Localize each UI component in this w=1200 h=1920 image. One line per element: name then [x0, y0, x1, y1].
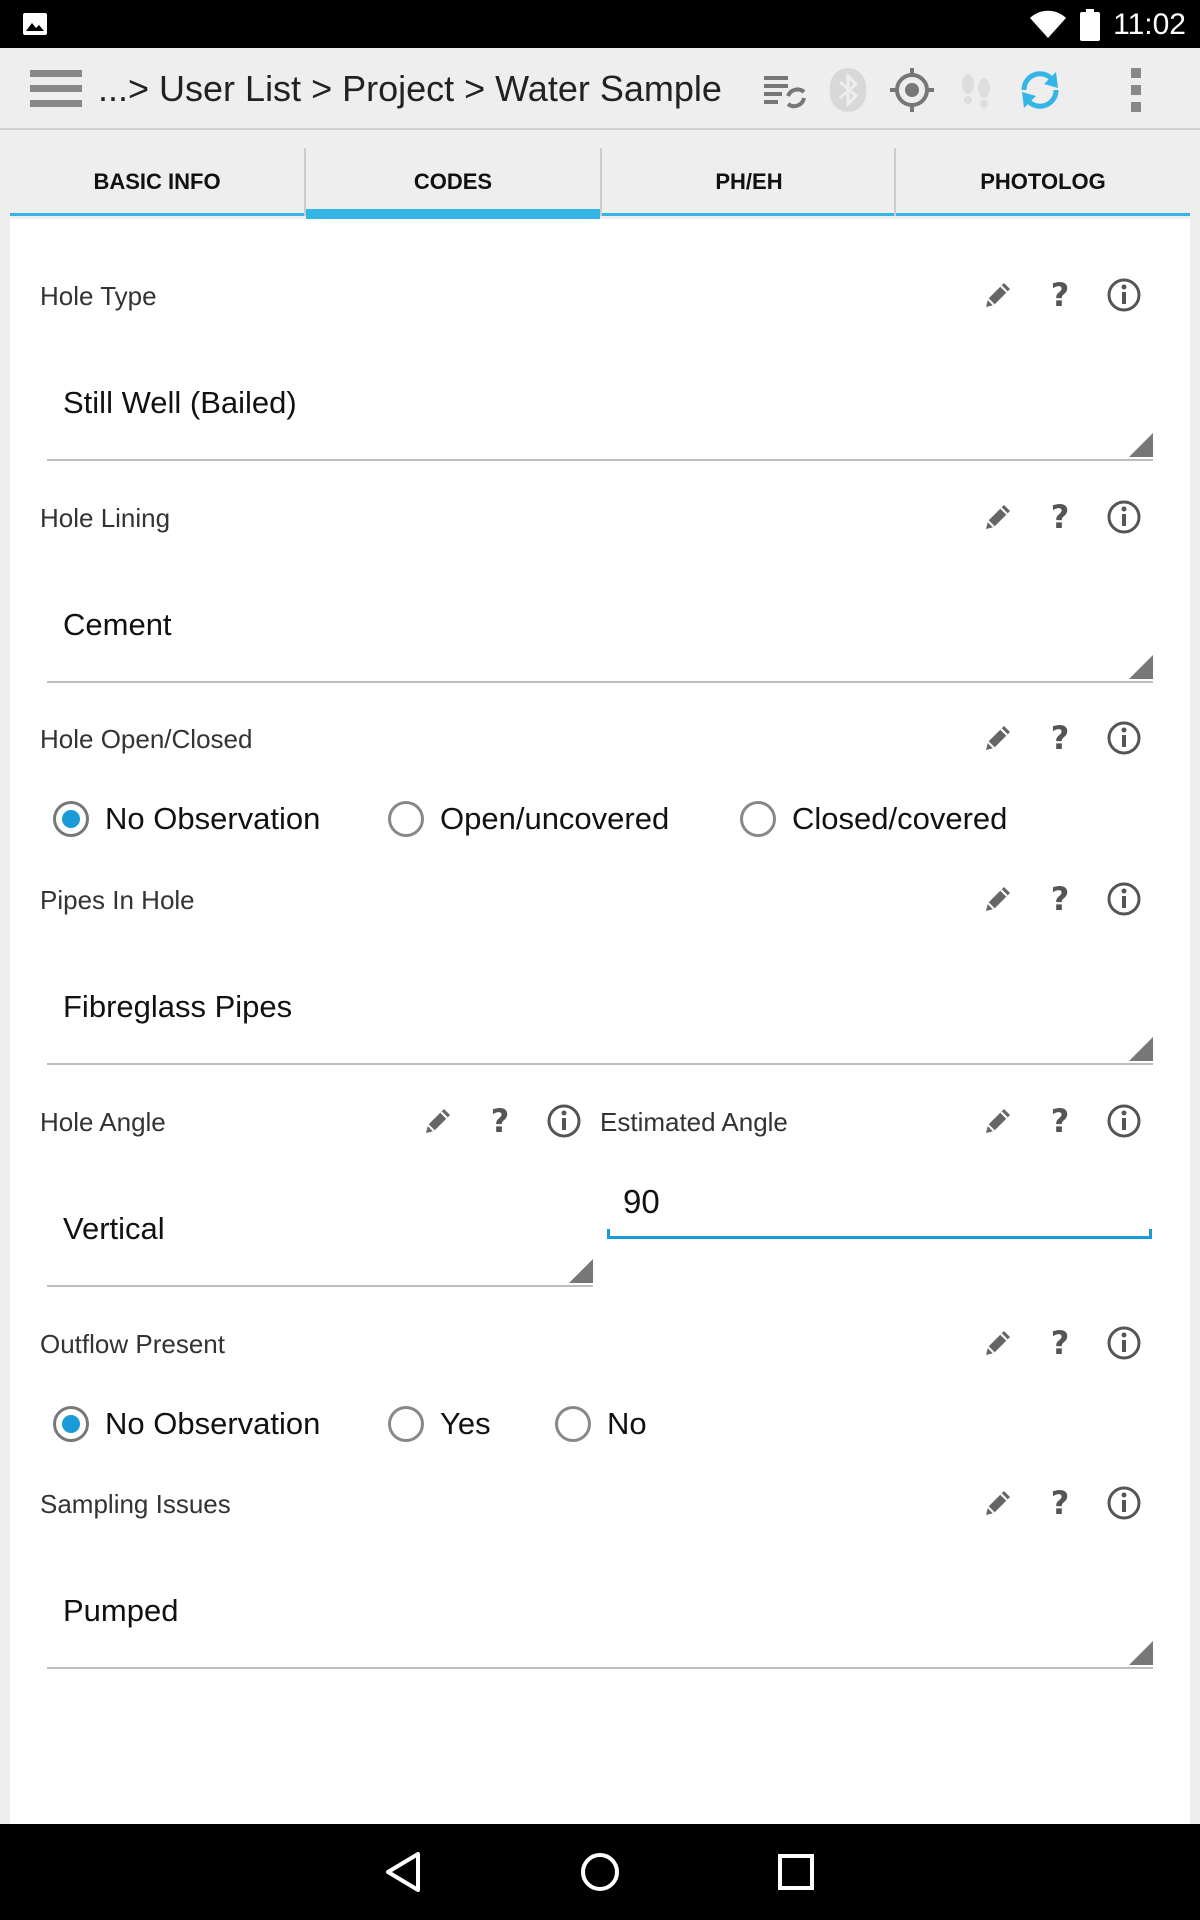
image-notification-icon	[23, 13, 47, 35]
help-icon[interactable]: ?	[1040, 1101, 1080, 1141]
hole-angle-spinner[interactable]: Vertical	[47, 1211, 593, 1287]
info-icon[interactable]	[1104, 497, 1144, 537]
wifi-icon	[1030, 10, 1066, 39]
radio-hole-no-observation[interactable]: No Observation	[53, 797, 320, 841]
overflow-menu-icon[interactable]	[1112, 66, 1160, 114]
codes-form: Hole Type Still Well (Bailed) Hole Linin…	[10, 219, 1190, 1824]
radio-unselected-icon	[555, 1406, 591, 1442]
gps-target-icon[interactable]	[888, 66, 936, 114]
help-icon[interactable]: ?	[1040, 497, 1080, 537]
hole-angle-value: Vertical	[63, 1211, 165, 1246]
status-time: 11:02	[1113, 8, 1186, 41]
radio-closed-covered[interactable]: Closed/covered	[740, 797, 1007, 841]
pipes-in-hole-value: Fibreglass Pipes	[63, 989, 293, 1024]
footsteps-icon[interactable]	[952, 66, 1000, 114]
help-icon[interactable]: ?	[1040, 1483, 1080, 1523]
back-icon[interactable]	[376, 1844, 432, 1900]
radio-label: No Observation	[105, 801, 321, 836]
info-icon[interactable]	[1104, 718, 1144, 758]
radio-unselected-icon	[740, 801, 776, 837]
radio-label: Yes	[440, 1406, 491, 1441]
radio-label: No	[607, 1406, 647, 1441]
radio-open-uncovered[interactable]: Open/uncovered	[388, 797, 669, 841]
edit-pencil-icon[interactable]	[978, 497, 1018, 537]
hole-type-label: Hole Type	[40, 281, 157, 311]
radio-unselected-icon	[388, 801, 424, 837]
spinner-arrow-icon	[1129, 1641, 1153, 1665]
help-icon[interactable]: ?	[480, 1101, 520, 1141]
tab-basic-info[interactable]: BASIC INFO	[10, 148, 304, 216]
help-icon[interactable]: ?	[1040, 718, 1080, 758]
sync-icon[interactable]	[1016, 66, 1064, 114]
tab-codes[interactable]: CODES	[306, 148, 600, 219]
radio-label: Open/uncovered	[440, 801, 670, 836]
sync-list-icon[interactable]	[760, 66, 808, 114]
spinner-arrow-icon	[569, 1259, 593, 1283]
battery-icon	[1080, 9, 1100, 41]
spinner-arrow-icon	[1129, 433, 1153, 457]
radio-outflow-yes[interactable]: Yes	[388, 1402, 491, 1446]
estimated-angle-input[interactable]: 90	[607, 1183, 1152, 1239]
edit-pencil-icon[interactable]	[978, 275, 1018, 315]
spinner-arrow-icon	[1129, 1037, 1153, 1061]
info-icon[interactable]	[1104, 1483, 1144, 1523]
edit-pencil-icon[interactable]	[978, 1101, 1018, 1141]
hamburger-menu-icon[interactable]	[30, 68, 82, 110]
navigation-bar	[0, 1824, 1200, 1920]
radio-selected-icon	[53, 801, 89, 837]
info-icon[interactable]	[1104, 1323, 1144, 1363]
help-icon[interactable]: ?	[1040, 275, 1080, 315]
info-icon[interactable]	[1104, 1101, 1144, 1141]
info-icon[interactable]	[1104, 275, 1144, 315]
tab-ph-eh[interactable]: PH/EH	[602, 148, 896, 216]
radio-label: Closed/covered	[792, 801, 1008, 836]
breadcrumb-title: ...> User List > Project > Water Sample	[98, 68, 722, 109]
hole-type-value: Still Well (Bailed)	[63, 385, 297, 420]
info-icon[interactable]	[1104, 879, 1144, 919]
sampling-issues-label: Sampling Issues	[40, 1489, 231, 1519]
spinner-arrow-icon	[1129, 655, 1153, 679]
bluetooth-icon[interactable]	[824, 66, 872, 114]
hole-lining-value: Cement	[63, 607, 172, 642]
sampling-issues-spinner[interactable]: Pumped	[47, 1593, 1153, 1669]
info-icon[interactable]	[544, 1101, 584, 1141]
radio-unselected-icon	[388, 1406, 424, 1442]
hole-lining-label: Hole Lining	[40, 503, 171, 533]
edit-pencil-icon[interactable]	[418, 1101, 458, 1141]
hole-type-spinner[interactable]: Still Well (Bailed)	[47, 385, 1153, 461]
action-bar: ...> User List > Project > Water Sample	[0, 48, 1200, 130]
edit-pencil-icon[interactable]	[978, 1483, 1018, 1523]
radio-outflow-no[interactable]: No	[555, 1402, 647, 1446]
radio-selected-icon	[53, 1406, 89, 1442]
hole-angle-label: Hole Angle	[40, 1107, 166, 1137]
radio-label: No Observation	[105, 1406, 321, 1441]
edit-pencil-icon[interactable]	[978, 879, 1018, 919]
home-icon[interactable]	[572, 1844, 628, 1900]
help-icon[interactable]: ?	[1040, 879, 1080, 919]
outflow-present-label: Outflow Present	[40, 1329, 225, 1359]
tab-photolog[interactable]: PHOTOLOG	[896, 148, 1190, 216]
edit-pencil-icon[interactable]	[978, 1323, 1018, 1363]
estimated-angle-label: Estimated Angle	[600, 1107, 788, 1137]
hole-lining-spinner[interactable]: Cement	[47, 607, 1153, 683]
pipes-in-hole-label: Pipes In Hole	[40, 885, 195, 915]
edit-pencil-icon[interactable]	[978, 718, 1018, 758]
estimated-angle-value: 90	[623, 1183, 660, 1220]
recent-apps-icon[interactable]	[768, 1844, 824, 1900]
tab-bar: BASIC INFO CODES PH/EH PHOTOLOG	[10, 148, 1190, 219]
radio-outflow-no-observation[interactable]: No Observation	[53, 1402, 320, 1446]
pipes-in-hole-spinner[interactable]: Fibreglass Pipes	[47, 989, 1153, 1065]
status-bar: 11:02	[0, 0, 1200, 48]
hole-open-closed-label: Hole Open/Closed	[40, 724, 253, 754]
sampling-issues-value: Pumped	[63, 1593, 179, 1628]
help-icon[interactable]: ?	[1040, 1323, 1080, 1363]
